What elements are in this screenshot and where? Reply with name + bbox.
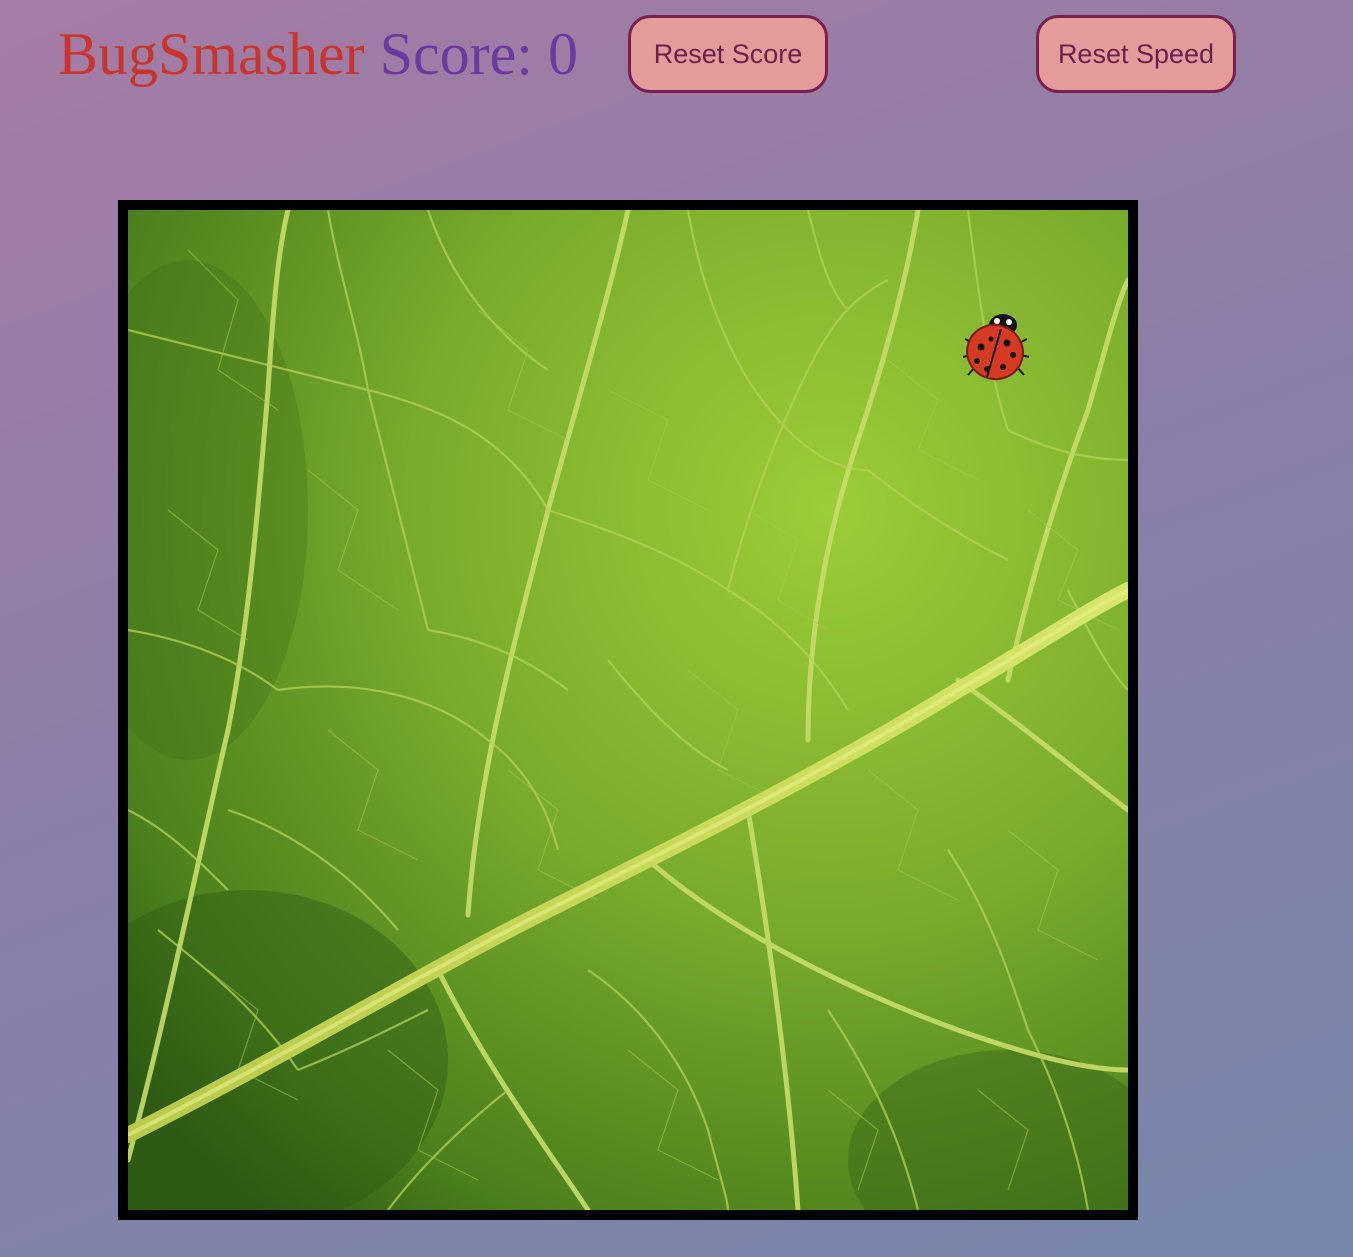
- reset-score-button[interactable]: Reset Score: [628, 15, 828, 93]
- score-label: Score:: [379, 21, 533, 87]
- header-title: BugSmasher Score: 0: [58, 18, 578, 90]
- game-canvas[interactable]: [118, 200, 1138, 1220]
- reset-speed-button[interactable]: Reset Speed: [1036, 15, 1236, 93]
- ladybug-bug[interactable]: [961, 305, 1031, 385]
- app-name: BugSmasher: [58, 21, 365, 87]
- score-value: 0: [547, 21, 578, 87]
